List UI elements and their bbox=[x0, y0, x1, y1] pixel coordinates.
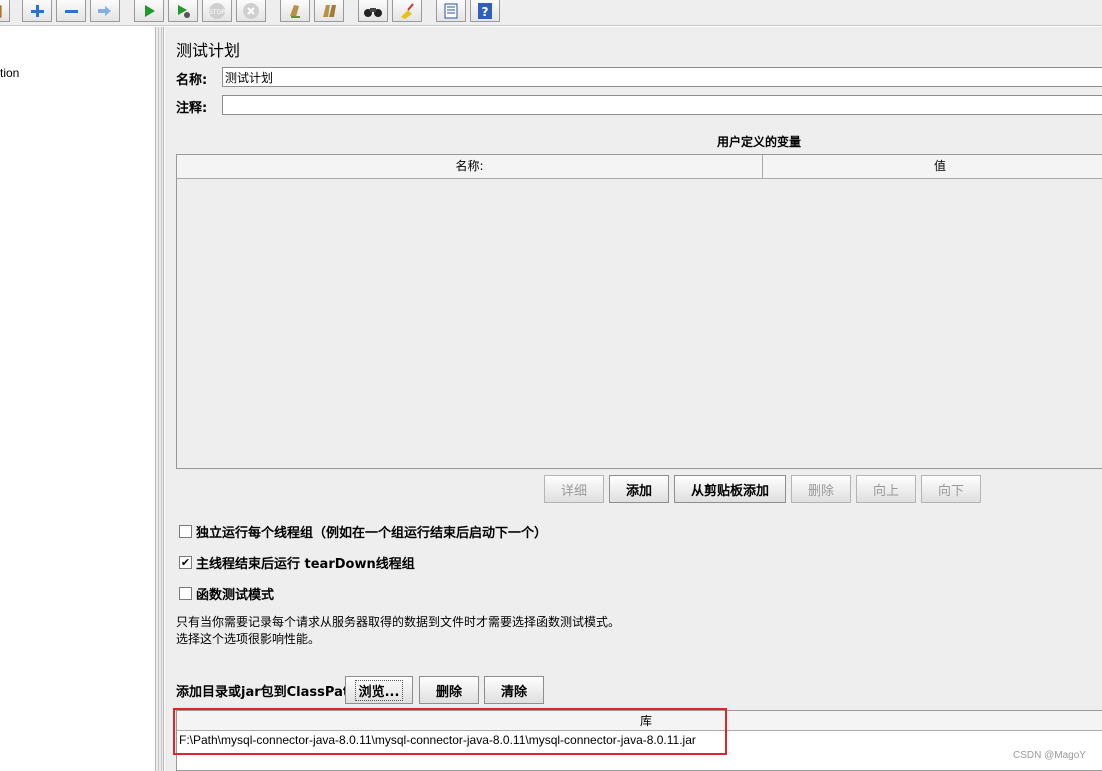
page-title: 测试计划 bbox=[176, 41, 241, 60]
functional-mode-option[interactable]: 函数测试模式 bbox=[179, 584, 275, 603]
functional-mode-label: 函数测试模式 bbox=[196, 587, 275, 603]
search-icon[interactable] bbox=[358, 0, 388, 22]
move-up-button[interactable]: 向上 bbox=[856, 475, 916, 503]
teardown-checkbox[interactable]: ✔ bbox=[179, 555, 192, 569]
annotation-highlight-box bbox=[173, 708, 727, 755]
reset-search-icon[interactable] bbox=[392, 0, 422, 22]
classpath-clear-button[interactable]: 清除 bbox=[484, 676, 544, 704]
serialize-threadgroups-option[interactable]: 独立运行每个线程组（例如在一个组运行结束后启动下一个） bbox=[179, 522, 548, 541]
functional-note-line1: 只有当你需要记录每个请求从服务器取得的数据到文件时才需要选择函数测试模式。 bbox=[176, 615, 621, 629]
comment-input[interactable] bbox=[222, 95, 1102, 115]
variables-title: 用户定义的变量 bbox=[717, 135, 802, 149]
move-down-button[interactable]: 向下 bbox=[921, 475, 981, 503]
add-from-clipboard-button[interactable]: 从剪贴板添加 bbox=[674, 475, 786, 503]
variables-table-header: 名称: 值 bbox=[177, 155, 1102, 179]
functional-mode-checkbox[interactable] bbox=[179, 586, 192, 600]
start-icon[interactable] bbox=[134, 0, 164, 22]
stop-icon: STOP bbox=[202, 0, 232, 22]
variables-table[interactable]: 名称: 值 bbox=[176, 154, 1102, 469]
clear-all-icon[interactable] bbox=[314, 0, 344, 22]
browse-button[interactable]: 浏览... bbox=[345, 676, 413, 704]
open-icon[interactable] bbox=[0, 0, 10, 22]
watermark: CSDN @MagoY bbox=[1013, 750, 1086, 761]
comment-label: 注释: bbox=[176, 101, 208, 116]
teardown-option[interactable]: ✔ 主线程结束后运行 tearDown线程组 bbox=[179, 553, 415, 572]
functional-note-line2: 选择这个选项很影响性能。 bbox=[176, 632, 321, 646]
test-plan-panel: 测试计划 名称: 注释: 用户定义的变量 名称: 值 详细 添加 从剪贴板添加 … bbox=[165, 27, 1102, 771]
tree-panel: tion bbox=[0, 27, 155, 771]
column-name-header[interactable]: 名称: bbox=[177, 155, 763, 178]
svg-text:STOP: STOP bbox=[209, 9, 225, 16]
delete-variable-button[interactable]: 删除 bbox=[791, 475, 851, 503]
help-icon[interactable]: ? bbox=[470, 0, 500, 22]
splitter-handle[interactable] bbox=[155, 27, 164, 771]
tree-item[interactable]: tion bbox=[0, 66, 19, 80]
detail-button[interactable]: 详细 bbox=[544, 475, 604, 503]
browse-button-label: 浏览... bbox=[354, 679, 404, 701]
teardown-label: 主线程结束后运行 tearDown线程组 bbox=[196, 556, 415, 572]
serialize-checkbox[interactable] bbox=[179, 524, 192, 538]
column-value-header[interactable]: 值 bbox=[763, 155, 1102, 178]
serialize-label: 独立运行每个线程组（例如在一个组运行结束后启动下一个） bbox=[196, 525, 548, 541]
classpath-label: 添加目录或jar包到ClassPath bbox=[176, 685, 359, 700]
name-label: 名称: bbox=[176, 73, 208, 88]
add-button[interactable]: 添加 bbox=[609, 475, 669, 503]
svg-text:?: ? bbox=[482, 5, 489, 19]
expand-icon[interactable] bbox=[22, 0, 52, 22]
classpath-delete-button[interactable]: 删除 bbox=[419, 676, 479, 704]
function-helper-icon[interactable] bbox=[436, 0, 466, 22]
toggle-icon[interactable] bbox=[90, 0, 120, 22]
collapse-icon[interactable] bbox=[56, 0, 86, 22]
clear-icon[interactable] bbox=[280, 0, 310, 22]
shutdown-icon bbox=[236, 0, 266, 22]
start-no-pause-icon[interactable] bbox=[168, 0, 198, 22]
toolbar: STOP ? bbox=[0, 0, 1102, 26]
name-input[interactable] bbox=[222, 67, 1102, 87]
